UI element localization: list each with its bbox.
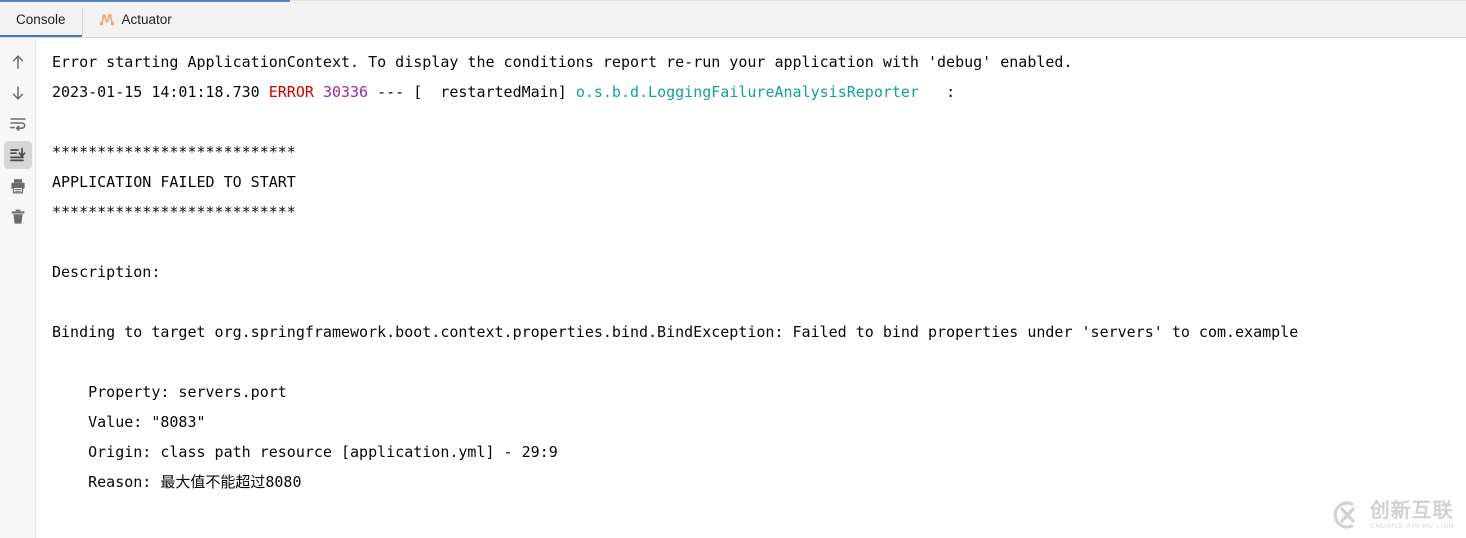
console-text-plain: APPLICATION FAILED TO START — [52, 173, 296, 191]
console-text-plain: *************************** — [52, 203, 296, 221]
console-text-plain: Property: servers.port — [52, 383, 287, 401]
console-line: 2023-01-15 14:01:18.730 ERROR 30336 --- … — [52, 77, 1466, 107]
soft-wrap-button[interactable] — [4, 110, 32, 138]
actuator-graph-icon — [99, 11, 115, 27]
tab-console[interactable]: Console — [0, 2, 82, 38]
up-arrow-icon — [9, 53, 27, 71]
console-output[interactable]: Error starting ApplicationContext. To di… — [37, 39, 1466, 538]
console-text-pid: 30336 — [322, 83, 369, 101]
tab-bar: Console Actuator — [0, 0, 1466, 38]
console-text-plain: --- [ restartedMain] — [368, 83, 576, 101]
console-text-plain: Value: "8083" — [52, 413, 206, 431]
console-text-plain: Binding to target org.springframework.bo… — [52, 323, 1299, 341]
console-text-plain: Description: — [52, 263, 161, 281]
tab-console-label: Console — [16, 11, 66, 27]
console-text-plain: Error starting ApplicationContext. To di… — [52, 53, 1073, 71]
console-line: *************************** — [52, 137, 1466, 167]
tab-bar-top-border — [290, 0, 1466, 1]
tab-actuator-label: Actuator — [121, 11, 172, 27]
down-arrow-icon — [9, 84, 27, 102]
console-line: Binding to target org.springframework.bo… — [52, 317, 1466, 347]
console-text-plain: 2023-01-15 14:01:18.730 — [52, 83, 269, 101]
console-line: Error starting ApplicationContext. To di… — [52, 47, 1466, 77]
scroll-to-end-icon — [9, 146, 27, 164]
console-line-list: Error starting ApplicationContext. To di… — [52, 47, 1466, 497]
tab-list: Console Actuator — [0, 2, 188, 38]
console-text-plain — [314, 83, 323, 101]
console-text-plain: Origin: class path resource [application… — [52, 443, 558, 461]
tab-actuator[interactable]: Actuator — [83, 2, 188, 36]
scroll-to-end-button[interactable] — [3, 141, 32, 169]
print-button[interactable] — [4, 172, 32, 200]
soft-wrap-icon — [9, 115, 27, 133]
down-arrow-button[interactable] — [4, 79, 32, 107]
console-toolbar — [0, 38, 36, 538]
console-text-logger: o.s.b.d.LoggingFailureAnalysisReporter — [575, 83, 919, 101]
console-text-plain: : — [918, 83, 956, 101]
console-text-plain: Reason: 最大值不能超过8080 — [52, 473, 302, 491]
console-line: APPLICATION FAILED TO START — [52, 167, 1466, 197]
clear-all-button[interactable] — [4, 203, 32, 231]
console-text-plain: *************************** — [52, 143, 296, 161]
up-arrow-button[interactable] — [4, 48, 32, 76]
console-line: Description: — [52, 257, 1466, 287]
trash-icon — [9, 208, 27, 226]
console-line: *************************** — [52, 197, 1466, 227]
console-line: Value: "8083" — [52, 407, 1466, 437]
tab-bar-bottom-border — [0, 37, 1466, 38]
console-text-error: ERROR — [268, 83, 314, 101]
print-icon — [9, 177, 27, 195]
console-line: Reason: 最大值不能超过8080 — [52, 467, 1466, 497]
console-line: Origin: class path resource [application… — [52, 437, 1466, 467]
console-line: Property: servers.port — [52, 377, 1466, 407]
